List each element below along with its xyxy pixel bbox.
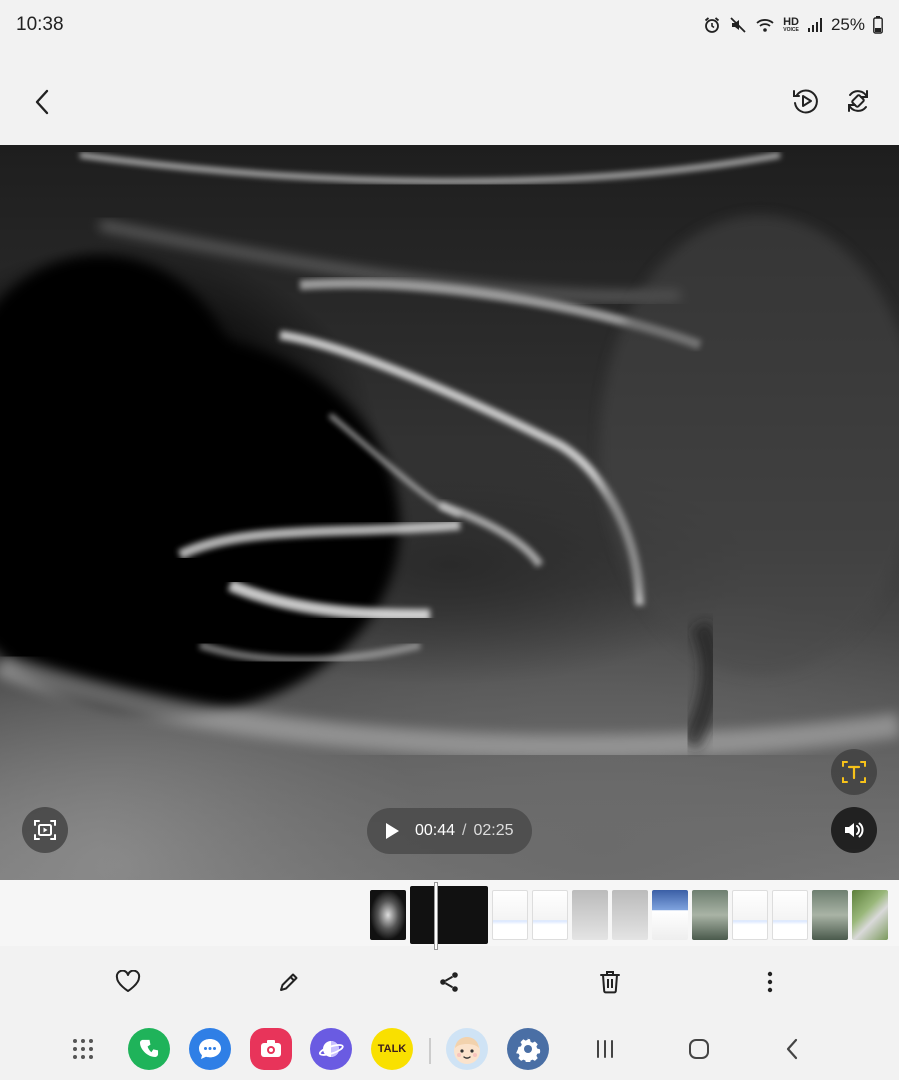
thumbnail[interactable] (692, 890, 728, 940)
playback-control[interactable]: 00:44 / 02:25 (367, 808, 532, 854)
thumbnail[interactable] (732, 890, 768, 940)
hd-voice-icon: HD VOICE (783, 16, 799, 34)
planet-icon (318, 1041, 344, 1057)
app-drawer-button[interactable] (62, 1028, 104, 1070)
volume-icon (845, 822, 864, 838)
back-button[interactable] (22, 82, 62, 122)
settings-app[interactable] (507, 1028, 549, 1070)
delete-icon (600, 971, 620, 994)
messages-app[interactable] (189, 1028, 231, 1070)
avatar-icon (454, 1037, 480, 1064)
share-icon (440, 972, 458, 992)
favorite-icon (115, 970, 141, 992)
wifi-icon (755, 16, 775, 34)
home-button[interactable] (678, 1028, 720, 1070)
battery-level: 25% (830, 15, 865, 34)
play-icon[interactable] (383, 822, 401, 840)
avatar-app[interactable] (446, 1028, 488, 1070)
more-icon (767, 971, 773, 993)
phone-app[interactable] (128, 1028, 170, 1070)
motion-play-button[interactable] (787, 82, 825, 120)
thumbnail[interactable] (370, 890, 406, 940)
ocr-text-icon (842, 761, 866, 783)
thumbnail[interactable] (492, 890, 528, 940)
current-time: 00:44 (415, 822, 456, 839)
thumbnail[interactable] (652, 890, 688, 940)
top-toolbar (0, 60, 899, 144)
back-icon (35, 89, 49, 115)
time-separator: / (462, 822, 467, 839)
auto-rotate-button[interactable] (839, 82, 877, 120)
volume-button[interactable] (831, 807, 877, 853)
motion-play-icon (793, 89, 818, 114)
signal-icon (807, 17, 823, 33)
taskbar-divider (429, 1038, 431, 1064)
thumbnail[interactable] (812, 890, 848, 940)
battery-icon (873, 16, 883, 34)
more-options-button[interactable] (752, 964, 788, 1000)
screen-recorder-app[interactable] (250, 1028, 292, 1070)
thumbnail[interactable] (532, 890, 568, 940)
filmstrip[interactable] (0, 880, 899, 950)
camera-icon (261, 1040, 281, 1057)
thumbnail[interactable] (612, 890, 648, 940)
top-actions (787, 82, 877, 120)
delete-button[interactable] (592, 964, 628, 1000)
phone-icon (140, 1039, 159, 1057)
back-nav-button[interactable] (771, 1028, 813, 1070)
recents-button[interactable] (584, 1028, 626, 1070)
edit-icon (280, 973, 298, 991)
favorite-button[interactable] (110, 964, 146, 1000)
alarm-icon (703, 16, 721, 34)
app-drawer-icon (73, 1039, 93, 1059)
ocr-button[interactable] (831, 749, 877, 795)
mute-icon (729, 16, 747, 34)
taskbar: TALK (0, 1016, 899, 1080)
thumbnail[interactable] (572, 890, 608, 940)
ultrasound-frame (0, 152, 899, 759)
edit-button[interactable] (271, 964, 307, 1000)
kakaotalk-app[interactable]: TALK (371, 1028, 413, 1070)
auto-rotate-icon (848, 90, 868, 112)
screen-capture-button[interactable] (22, 807, 68, 853)
status-time: 10:38 (16, 14, 64, 35)
screen-capture-icon (34, 820, 56, 840)
back-nav-icon (786, 1038, 798, 1060)
share-button[interactable] (431, 964, 467, 1000)
internet-app[interactable] (310, 1028, 352, 1070)
messages-icon (199, 1039, 221, 1059)
action-bar (0, 946, 899, 1016)
thumbnail-current[interactable] (410, 882, 488, 950)
thumbnail-strip (370, 882, 888, 950)
gear-icon (516, 1037, 541, 1062)
total-time: 02:25 (473, 822, 514, 839)
home-icon (689, 1039, 709, 1059)
thumbnail[interactable] (772, 890, 808, 940)
status-bar: 10:38 HD VOICE 25% (0, 0, 899, 50)
video-player[interactable]: 00:44 / 02:25 (0, 145, 899, 880)
thumbnail[interactable] (852, 890, 888, 940)
kakaotalk-label: TALK (377, 1043, 407, 1055)
status-icons: HD VOICE 25% (703, 15, 883, 35)
recents-icon (597, 1040, 613, 1058)
